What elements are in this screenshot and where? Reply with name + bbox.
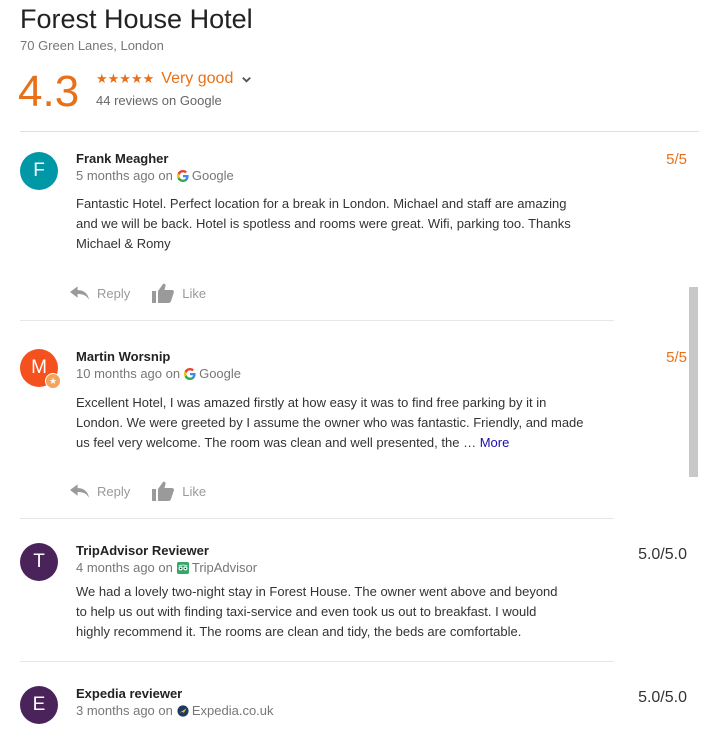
reply-icon (70, 286, 89, 300)
review-score: 5/5 (666, 349, 687, 366)
review-actions: Reply Like (70, 283, 228, 303)
like-button[interactable]: Like (152, 481, 206, 501)
review-source: Google (199, 366, 241, 381)
avatar[interactable]: T (20, 543, 58, 581)
reply-button[interactable]: Reply (70, 286, 130, 301)
review-time: 3 months ago on (76, 703, 173, 718)
review-count[interactable]: 44 reviews on Google (96, 93, 222, 108)
expedia-icon (177, 704, 189, 717)
reviewer-name[interactable]: Frank Meagher (76, 151, 168, 166)
like-label: Like (182, 285, 207, 301)
review-time: 4 months ago on (76, 560, 173, 575)
review-source: TripAdvisor (191, 560, 258, 575)
avatar-initial: M (31, 357, 47, 378)
avatar[interactable]: F (20, 152, 58, 190)
reviewer-name[interactable]: Martin Worsnip (76, 349, 170, 364)
review-meta: 4 months ago on TripAdvisor (76, 560, 257, 575)
review-score: 5.0/5.0 (638, 689, 687, 706)
review-text: Excellent Hotel, I was amazed firstly at… (76, 393, 584, 453)
review-meta: 5 months ago on Google (76, 168, 234, 183)
review-score: 5.0/5.0 (638, 546, 687, 563)
review-text: We had a lovely two-night stay in Forest… (76, 584, 558, 639)
star-rating-icon: ★★★★★ (96, 71, 155, 86)
overall-rating: 4.3 (18, 67, 80, 116)
local-guide-star-icon: ★ (45, 373, 61, 389)
divider (20, 661, 614, 662)
avatar[interactable]: E (20, 686, 58, 724)
reviewer-name[interactable]: Expedia reviewer (76, 686, 182, 701)
avatar-initial: T (33, 551, 45, 572)
review-score: 5/5 (666, 151, 687, 168)
like-label: Like (182, 483, 207, 499)
thumbs-up-icon (152, 481, 175, 501)
reviewer-name[interactable]: TripAdvisor Reviewer (76, 543, 209, 558)
hotel-address: 70 Green Lanes, London (20, 38, 164, 53)
thumbs-up-icon (152, 283, 175, 303)
review-text: Fantastic Hotel. Perfect location for a … (76, 196, 571, 251)
review-time: 5 months ago on (76, 168, 173, 183)
avatar-initial: E (32, 694, 46, 715)
reply-button[interactable]: Reply (70, 484, 130, 499)
avatar-initial: F (33, 160, 45, 181)
divider (20, 320, 614, 321)
review-source: Google (191, 168, 234, 183)
review-time: 10 months ago on (76, 366, 181, 381)
google-icon (184, 367, 196, 380)
review-meta: 3 months ago on Expedia.co.uk (76, 703, 274, 718)
rating-word[interactable]: Very good (161, 70, 233, 88)
divider (20, 518, 614, 519)
rating-summary[interactable]: ★★★★★ Very good (96, 70, 252, 88)
review-actions: Reply Like (70, 481, 228, 501)
reply-icon (70, 484, 89, 498)
chevron-down-icon[interactable] (241, 74, 252, 85)
like-button[interactable]: Like (152, 283, 206, 303)
google-icon (176, 169, 189, 182)
reply-label: Reply (97, 285, 131, 301)
reply-label: Reply (97, 483, 131, 499)
tripadvisor-icon (176, 561, 189, 574)
divider (20, 131, 699, 132)
review-source: Expedia.co.uk (191, 703, 274, 718)
hotel-name: Forest House Hotel (20, 4, 253, 34)
avatar[interactable]: M ★ (20, 349, 61, 389)
more-link[interactable]: More (480, 435, 510, 450)
review-meta: 10 months ago on Google (76, 366, 241, 381)
scrollbar-thumb[interactable] (689, 287, 698, 477)
